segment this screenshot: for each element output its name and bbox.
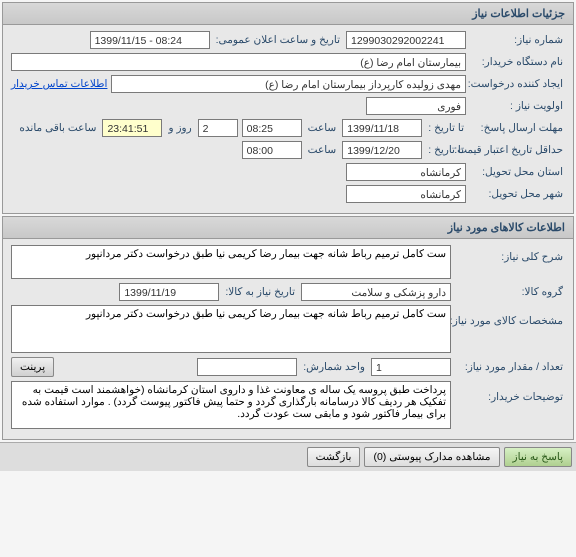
- panel1-body: شماره نیاز: 1299030292002241 تاریخ و ساع…: [3, 25, 573, 213]
- panel2-title: اطلاعات کالاهای مورد نیاز: [3, 217, 573, 239]
- field-min-validity-time: 08:00: [242, 141, 302, 159]
- label-date-to: تاریخ نیاز به کالا:: [223, 286, 297, 298]
- field-need-no: 1299030292002241: [346, 31, 466, 49]
- field-buyer-name: بیمارستان امام رضا (ع): [11, 53, 466, 71]
- goods-info-panel: اطلاعات کالاهای مورد نیاز شرح کلی نیاز: …: [2, 216, 574, 440]
- label-hour2: ساعت: [306, 144, 339, 156]
- label-specs: مشخصات کالای مورد نیاز:: [455, 305, 565, 327]
- label-to-date2: تا تاریخ :: [426, 144, 466, 156]
- field-announce: 1399/11/15 - 08:24: [90, 31, 210, 49]
- field-city: کرمانشاه: [346, 185, 466, 203]
- field-general-desc[interactable]: [11, 245, 451, 279]
- back-button[interactable]: بازگشت: [307, 447, 361, 467]
- label-requester: ایجاد کننده درخواست:: [470, 78, 565, 90]
- label-buyer-name: نام دستگاه خریدار:: [470, 56, 565, 68]
- label-to-date: تا تاریخ :: [426, 122, 466, 134]
- reply-button[interactable]: پاسخ به نیاز: [504, 447, 572, 467]
- label-hour1: ساعت: [306, 122, 339, 134]
- label-group: گروه کالا:: [455, 286, 565, 298]
- field-qty: 1: [371, 358, 451, 376]
- need-details-panel: جزئیات اطلاعات نیاز شماره نیاز: 12990302…: [2, 2, 574, 214]
- field-deadline-time: 08:25: [242, 119, 302, 137]
- field-countdown: 23:41:51: [102, 119, 162, 137]
- label-days: روز و: [166, 122, 193, 134]
- label-city: شهر محل تحویل:: [470, 188, 565, 200]
- label-deadline: مهلت ارسال پاسخ:: [470, 122, 565, 134]
- label-qty: تعداد / مقدار مورد نیاز:: [455, 361, 565, 373]
- label-province: استان محل تحویل:: [470, 166, 565, 178]
- label-need-no: شماره نیاز:: [470, 34, 565, 46]
- action-bar: پاسخ به نیاز مشاهده مدارک پیوستی (0) باز…: [0, 442, 576, 471]
- label-announce: تاریخ و ساعت اعلان عمومی:: [214, 34, 342, 46]
- panel2-body: شرح کلی نیاز: گروه کالا: دارو پزشکی و سل…: [3, 239, 573, 439]
- field-buyer-notes[interactable]: [11, 381, 451, 429]
- label-min-validity: حداقل تاریخ اعتبار قیمت:: [470, 144, 565, 156]
- field-days: 2: [198, 119, 238, 137]
- label-unit: واحد شمارش:: [301, 361, 367, 373]
- field-unit: [197, 358, 297, 376]
- buyer-contact-link[interactable]: اطلاعات تماس خریدار: [11, 78, 107, 90]
- field-requester: مهدی زولیده کارپرداز بیمارستان امام رضا …: [111, 75, 466, 93]
- label-general-desc: شرح کلی نیاز:: [455, 245, 565, 263]
- field-specs[interactable]: [11, 305, 451, 353]
- label-buyer-notes: توضیحات خریدار:: [455, 381, 565, 403]
- field-deadline-date: 1399/11/18: [342, 119, 422, 137]
- label-remaining: ساعت باقی مانده: [17, 122, 98, 134]
- attachments-button[interactable]: مشاهده مدارک پیوستی (0): [364, 447, 499, 467]
- field-group: دارو پزشکی و سلامت: [301, 283, 451, 301]
- field-min-validity-date: 1399/12/20: [342, 141, 422, 159]
- label-priority: اولویت نیاز :: [470, 100, 565, 112]
- panel1-title: جزئیات اطلاعات نیاز: [3, 3, 573, 25]
- field-priority: فوری: [366, 97, 466, 115]
- field-date-to: 1399/11/19: [119, 283, 219, 301]
- field-province: کرمانشاه: [346, 163, 466, 181]
- print-button[interactable]: پرینت: [11, 357, 54, 377]
